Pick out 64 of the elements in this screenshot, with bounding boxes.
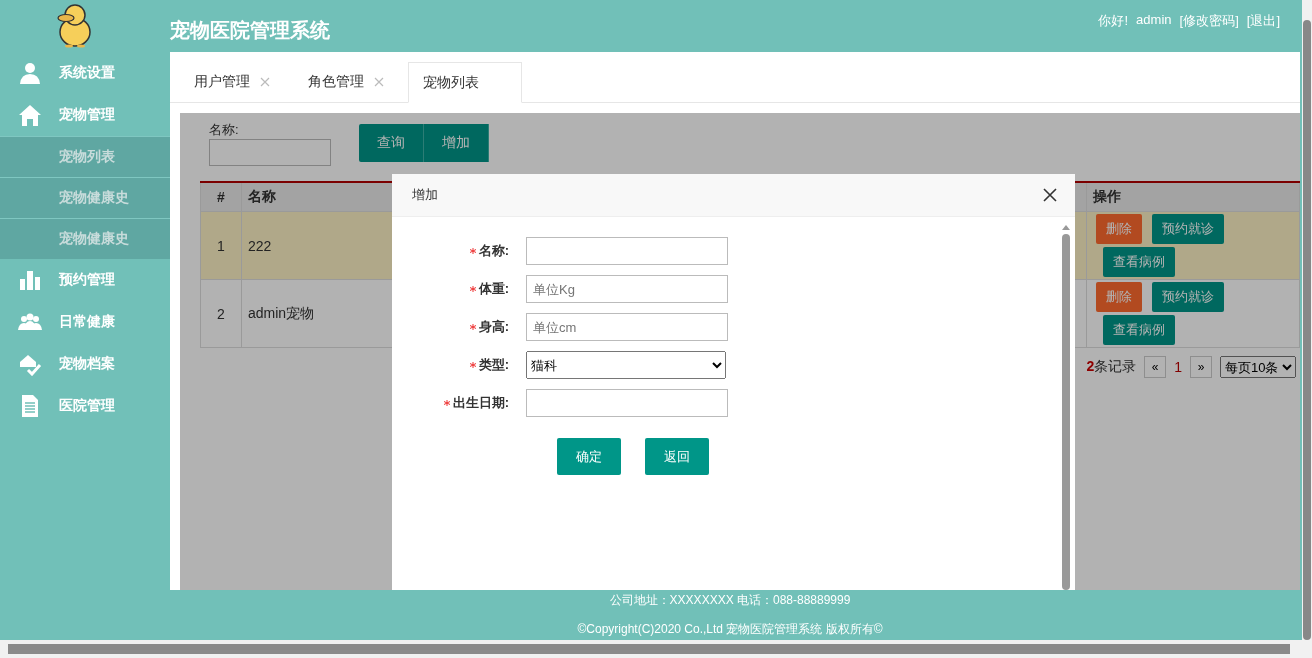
table-cell: 1 xyxy=(200,211,242,280)
submenu-item[interactable]: 宠物健康史 xyxy=(0,177,170,218)
scrollbar[interactable] xyxy=(1302,0,1312,640)
action-button[interactable]: 查看病例 xyxy=(1103,315,1175,345)
required-icon xyxy=(469,324,476,330)
input-field[interactable] xyxy=(526,237,728,265)
submenu-item[interactable]: 宠物列表 xyxy=(0,136,170,177)
action-button[interactable]: 删除 xyxy=(1096,214,1142,244)
record-count: 2条记录 xyxy=(1086,358,1137,376)
app-title: 宠物医院管理系统 xyxy=(170,18,330,43)
close-icon[interactable] xyxy=(1043,188,1057,202)
table-cell: 2 xyxy=(200,279,242,348)
check-icon xyxy=(18,352,42,376)
field-label: 身高: xyxy=(478,318,509,336)
tab[interactable]: 角色管理 xyxy=(294,62,408,102)
header-link[interactable]: [退出] xyxy=(1246,12,1280,30)
greeting: 你好! xyxy=(1098,12,1129,30)
bar-chart-icon xyxy=(18,268,42,292)
person-icon xyxy=(18,61,42,85)
page-number[interactable]: 1 xyxy=(1174,359,1182,375)
username: admin xyxy=(1136,12,1172,29)
column-header: 操作 xyxy=(1086,182,1300,212)
dialog-button[interactable]: 确定 xyxy=(557,438,621,475)
header-link[interactable]: [修改密码] xyxy=(1179,12,1239,30)
required-icon xyxy=(469,286,476,292)
menu-item[interactable]: 系统设置 xyxy=(0,52,170,94)
input-field[interactable]: 单位Kg xyxy=(526,275,728,303)
name-search-field[interactable] xyxy=(209,139,331,166)
page-size-select[interactable]: 每页10条 xyxy=(1220,356,1296,378)
field-label: 类型: xyxy=(478,356,509,374)
type-select[interactable]: 猫科 xyxy=(526,351,726,379)
action-button[interactable]: 删除 xyxy=(1096,282,1142,312)
action-button[interactable]: 预约就诊 xyxy=(1152,282,1224,312)
action-button[interactable]: 预约就诊 xyxy=(1152,214,1224,244)
menu-item[interactable]: 医院管理 xyxy=(0,385,170,427)
submenu-item[interactable]: 宠物健康史 xyxy=(0,218,170,259)
required-icon xyxy=(469,248,476,254)
tab[interactable]: 用户管理 xyxy=(180,62,294,102)
required-icon xyxy=(469,362,476,368)
field-label: 名称: xyxy=(478,242,509,260)
column-header: # xyxy=(200,182,242,212)
field-label: 体重: xyxy=(478,280,509,298)
toolbar-button[interactable]: 增加 xyxy=(424,124,489,162)
input-field[interactable] xyxy=(526,389,728,417)
menu-item[interactable]: 预约管理 xyxy=(0,259,170,301)
prev-page-button[interactable]: « xyxy=(1144,356,1167,378)
scrollbar[interactable] xyxy=(0,640,1312,658)
input-field[interactable]: 单位cm xyxy=(526,313,728,341)
menu-item[interactable]: 日常健康 xyxy=(0,301,170,343)
field-label: 出生日期: xyxy=(452,394,509,412)
toolbar-button[interactable]: 查询 xyxy=(359,124,424,162)
scroll-up-icon[interactable] xyxy=(1062,225,1070,230)
footer-text: 公司地址：XXXXXXXX 电话：088-88889999 xyxy=(609,592,851,609)
home-icon xyxy=(18,103,42,127)
action-button[interactable]: 查看病例 xyxy=(1103,247,1175,277)
menu-item[interactable]: 宠物管理 xyxy=(0,94,170,136)
footer-text: ©Copyright(C)2020 Co.,Ltd 宠物医院管理系统 版权所有© xyxy=(577,621,883,638)
dialog-title: 增加 xyxy=(412,186,438,204)
dialog-button[interactable]: 返回 xyxy=(645,438,709,475)
menu-item[interactable]: 宠物档案 xyxy=(0,343,170,385)
required-icon xyxy=(443,400,450,406)
field-label: 名称: xyxy=(209,121,240,139)
tab[interactable]: 宠物列表 xyxy=(408,62,522,103)
next-page-button[interactable]: » xyxy=(1190,356,1212,378)
